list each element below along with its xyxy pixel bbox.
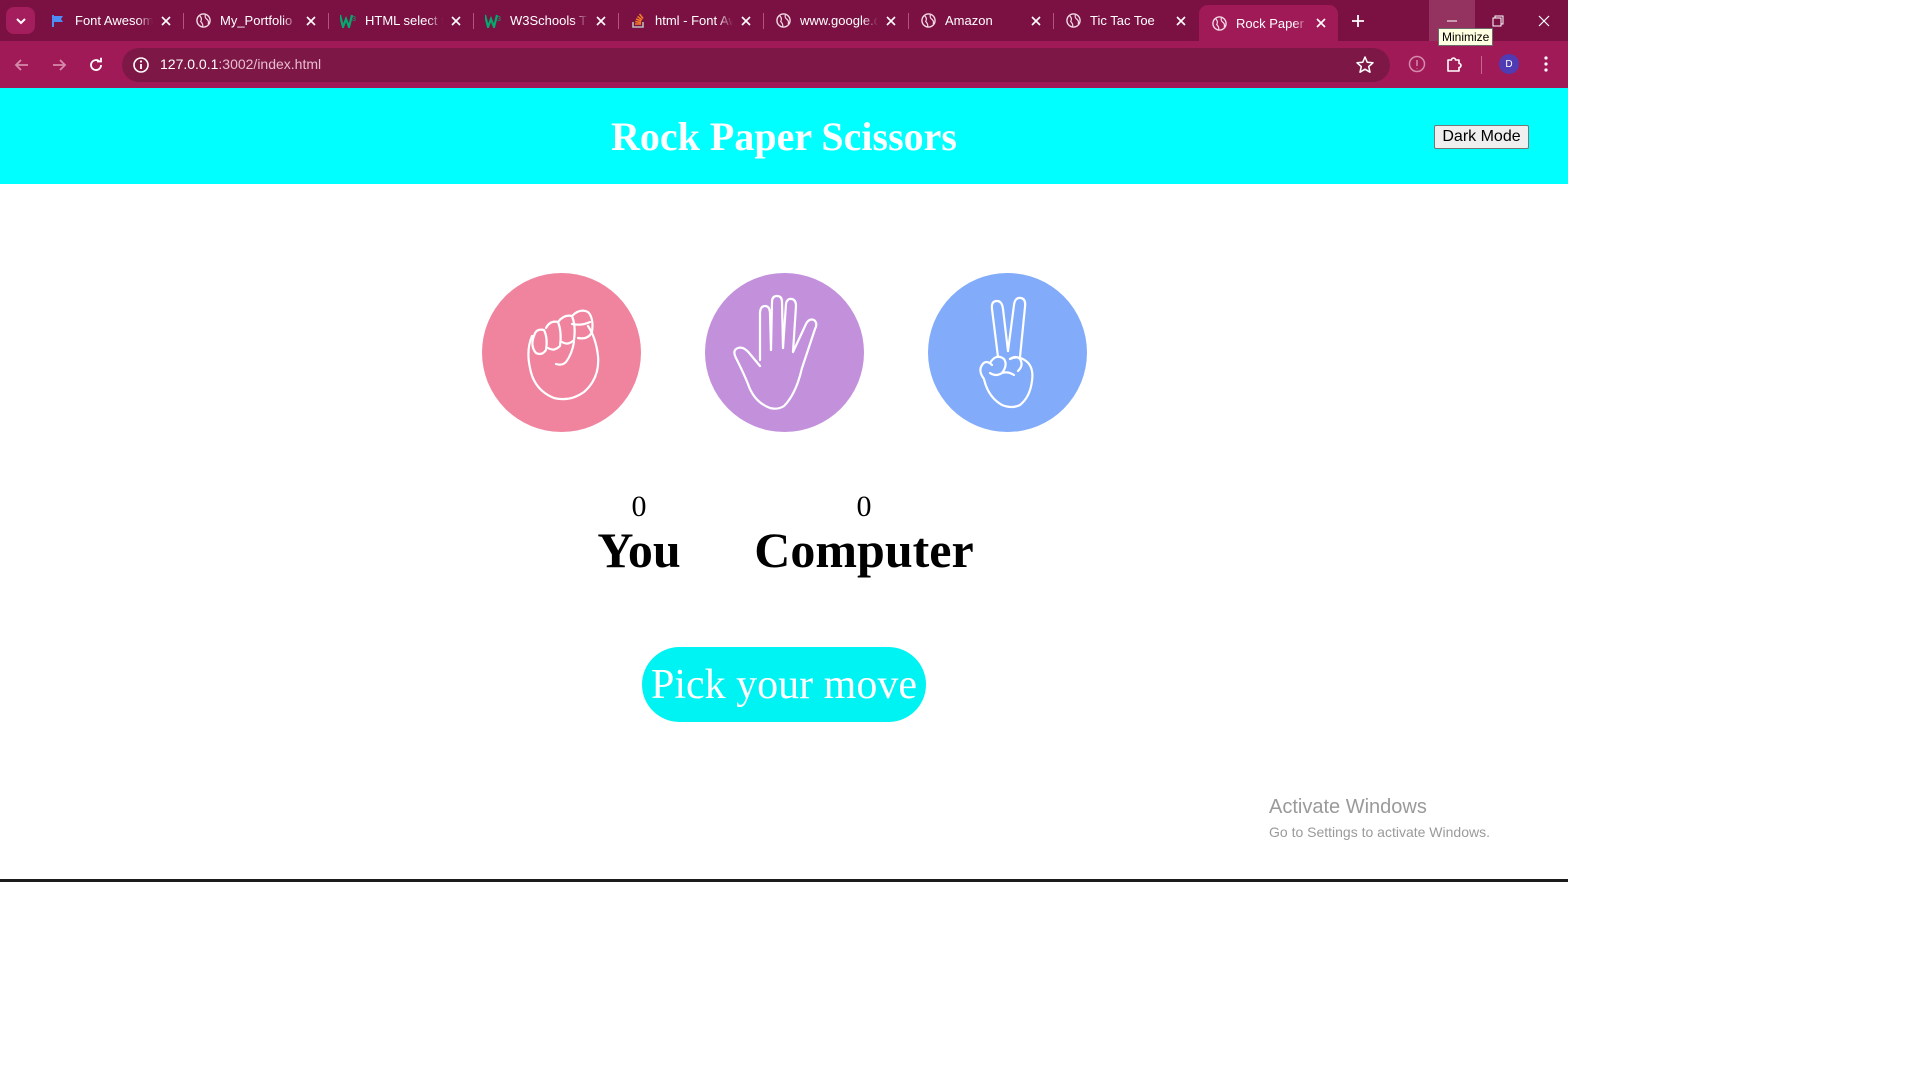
fist-icon [526, 309, 599, 400]
tab-title: My_Portfolio [220, 13, 293, 28]
windows-activation-watermark: Activate Windows Go to Settings to activ… [1269, 796, 1490, 840]
tab-my-portfolio[interactable]: My_Portfolio [183, 5, 328, 36]
user-score: 0 You [579, 490, 699, 576]
message-box: Pick your move [642, 647, 926, 722]
tab-html-font-awesome[interactable]: html - Font Awesome [618, 5, 763, 36]
arrow-left-icon [14, 59, 28, 71]
app-header: Rock Paper Scissors Dark Mode [0, 88, 1568, 184]
extension-circle-icon[interactable] [1406, 53, 1428, 75]
tab-amazon[interactable]: Amazon [908, 5, 1053, 36]
url-text[interactable]: 127.0.0.1:3002/index.html [160, 56, 321, 72]
tab-title: Amazon [945, 13, 993, 28]
profile-avatar[interactable]: D [1499, 54, 1519, 74]
tab-font-awesome[interactable]: Font Awesome [38, 5, 183, 36]
globe-icon [1065, 13, 1081, 29]
close-tab-icon[interactable] [1312, 14, 1330, 32]
chevron-down-icon [15, 17, 26, 24]
back-button[interactable] [8, 51, 36, 79]
restore-icon [1492, 15, 1504, 26]
tab-title: HTML select tag [365, 13, 443, 28]
forward-button[interactable] [45, 51, 73, 79]
kebab-menu-icon[interactable] [1535, 53, 1557, 75]
tab-title: html - Font Awesome [655, 13, 733, 28]
user-score-value: 0 [631, 490, 647, 523]
open-hand-icon [732, 294, 817, 410]
svg-text:3: 3 [352, 16, 356, 23]
close-icon [1538, 15, 1550, 26]
close-tab-icon[interactable] [157, 12, 175, 30]
tab-title: www.google.com [800, 13, 878, 28]
close-tab-icon[interactable] [882, 12, 900, 30]
dark-mode-button[interactable]: Dark Mode [1434, 125, 1529, 149]
close-tab-icon[interactable] [592, 12, 610, 30]
globe-icon [920, 13, 936, 29]
user-score-label: You [597, 522, 681, 578]
close-tab-icon[interactable] [447, 12, 465, 30]
star-icon[interactable] [1355, 55, 1375, 75]
peace-hand-icon [978, 296, 1033, 408]
tab-w3schools-tryit[interactable]: 3 W3Schools Tryit [473, 5, 618, 36]
minimize-icon [1447, 20, 1457, 21]
globe-icon [195, 13, 211, 29]
svg-text:3: 3 [497, 16, 501, 23]
minimize-tooltip: Minimize [1438, 28, 1494, 46]
plus-icon [1352, 15, 1364, 27]
close-tab-icon[interactable] [1027, 12, 1045, 30]
extensions-puzzle-icon[interactable] [1443, 53, 1465, 75]
url-path: :3002/index.html [218, 56, 322, 72]
computer-score: 0 Computer [744, 490, 984, 576]
reload-button[interactable] [82, 51, 110, 79]
tab-search-button[interactable] [6, 7, 35, 34]
tab-html-select[interactable]: 3 HTML select tag [328, 5, 473, 36]
tab-strip: Font Awesome My_Portfolio 3 HTML select … [0, 0, 1568, 41]
w3schools-icon: 3 [340, 13, 356, 29]
taskbar-edge [0, 879, 1568, 882]
browser-toolbar: 127.0.0.1:3002/index.html D [0, 41, 1568, 88]
w3schools-icon: 3 [485, 13, 501, 29]
tab-rock-paper-scissors[interactable]: Rock Paper Scissors [1199, 5, 1338, 41]
scissors-choice[interactable] [928, 273, 1087, 432]
globe-icon [775, 13, 791, 29]
arrow-right-icon [53, 59, 67, 71]
reload-icon [90, 57, 102, 71]
flag-icon [50, 13, 66, 29]
stackoverflow-icon [630, 13, 646, 29]
close-tab-icon[interactable] [737, 12, 755, 30]
rock-choice[interactable] [482, 273, 641, 432]
close-tab-icon[interactable] [302, 12, 320, 30]
watermark-subtitle: Go to Settings to activate Windows. [1269, 824, 1490, 840]
computer-score-value: 0 [856, 490, 872, 523]
new-tab-button[interactable] [1346, 9, 1370, 33]
close-window-button[interactable] [1521, 0, 1567, 41]
tab-tic-tac-toe[interactable]: Tic Tac Toe [1053, 5, 1198, 36]
watermark-title: Activate Windows [1269, 796, 1427, 818]
tab-title: Font Awesome [75, 13, 153, 28]
address-bar[interactable]: 127.0.0.1:3002/index.html [122, 48, 1390, 82]
computer-score-label: Computer [754, 522, 974, 578]
globe-icon [1211, 15, 1227, 31]
tab-title: W3Schools Tryit [510, 13, 588, 28]
info-icon[interactable] [132, 56, 150, 74]
page-title: Rock Paper Scissors [611, 114, 957, 159]
toolbar-divider [1481, 56, 1482, 74]
page-viewport: Rock Paper Scissors Dark Mode 0 You 0 Co… [0, 88, 1568, 882]
close-tab-icon[interactable] [1172, 12, 1190, 30]
paper-choice[interactable] [705, 273, 864, 432]
url-host: 127.0.0.1 [160, 56, 219, 72]
tab-title: Rock Paper Scissors [1236, 15, 1308, 31]
tab-google[interactable]: www.google.com [763, 5, 908, 36]
tab-title: Tic Tac Toe [1090, 13, 1155, 28]
